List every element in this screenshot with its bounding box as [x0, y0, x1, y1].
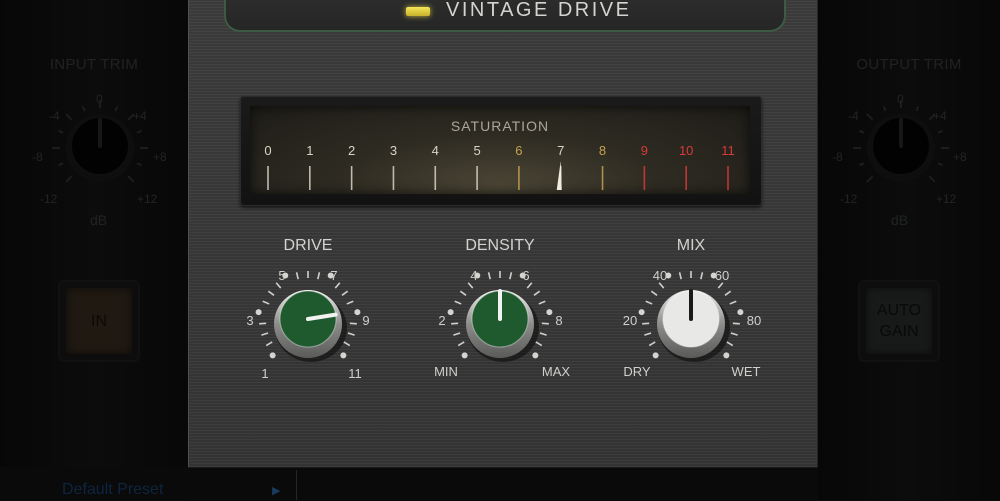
mix-title: MIX: [676, 237, 706, 254]
knob-tick: [467, 282, 474, 289]
drive-title: DRIVE: [283, 237, 333, 254]
mix-label-dry: DRY: [623, 364, 651, 379]
knob-tick: [454, 300, 462, 305]
meter-tick-label: 10: [679, 143, 693, 158]
meter-tick-label: 7: [557, 143, 564, 158]
meter-needle: [556, 161, 562, 190]
title-plate: VINTAGE DRIVE: [224, 0, 786, 32]
drive-label-5: 5: [278, 268, 286, 283]
power-led-icon: [406, 7, 430, 16]
knob-tick: [729, 300, 737, 305]
knob-tick: [459, 290, 467, 296]
knob-tick: [658, 282, 665, 289]
knob-dot: [532, 352, 539, 359]
saturation-meter: SATURATION 0 1 2 3 4 5 6 7 8 9 10 11: [240, 96, 762, 206]
density-label-max: MAX: [541, 364, 571, 379]
knob-tick: [262, 300, 270, 305]
knob-dot: [652, 352, 659, 359]
knob-tick: [275, 282, 282, 289]
knob-dot: [269, 352, 276, 359]
plugin-title: VINTAGE DRIVE: [446, 0, 632, 21]
knob-tick: [347, 332, 355, 336]
knob-tick: [539, 332, 547, 336]
density-label-6: 6: [522, 268, 530, 283]
knob-tick: [267, 290, 275, 296]
knob-tick: [538, 300, 546, 305]
knob-dot: [723, 352, 730, 359]
knob-dot: [340, 352, 347, 359]
bottom-divider: [296, 470, 297, 500]
knob-tick: [650, 290, 658, 296]
meter-tick-label: 11: [721, 143, 735, 158]
knob-tick: [717, 282, 724, 289]
knob-tick: [648, 341, 656, 347]
meter-face: SATURATION 0 1 2 3 4 5 6 7 8 9 10 11: [250, 106, 750, 194]
drive-label-1: 1: [261, 366, 269, 381]
knob-tick: [726, 341, 734, 347]
input-side-panel: INPUT TRIM 0 -4 +4 -8 +8 -12 +12 dB IN: [0, 0, 188, 500]
drive-label-11: 11: [348, 366, 362, 381]
preset-next-icon[interactable]: ▶: [272, 484, 280, 497]
meter-tick-label: 8: [599, 143, 606, 158]
mix-label-wet: WET: [731, 364, 761, 379]
knob-tick: [261, 332, 269, 336]
knob-tick: [265, 341, 273, 347]
knob-tick: [535, 341, 543, 347]
knob-tick: [645, 300, 653, 305]
knob-tick: [343, 341, 351, 347]
knob-tick: [453, 332, 461, 336]
meter-tick-label: 6: [515, 143, 522, 158]
meter-tick-label: 3: [390, 143, 397, 158]
meter-tick-label: 1: [306, 143, 313, 158]
meter-tick-label: 2: [348, 143, 355, 158]
meter-tick-label: 5: [473, 143, 480, 158]
knob-tick: [457, 341, 465, 347]
meter-tick-label: 9: [641, 143, 648, 158]
mix-label-80: 80: [746, 313, 762, 328]
mix-label-20: 20: [622, 313, 638, 328]
preset-name[interactable]: Default Preset: [62, 481, 163, 499]
density-title: DENSITY: [465, 237, 535, 254]
knob-dot: [461, 352, 468, 359]
knob-tick: [341, 290, 349, 296]
knob-tick: [730, 332, 738, 336]
knob-tick: [334, 282, 341, 289]
knob-tick: [533, 290, 541, 296]
knob-tick: [526, 282, 533, 289]
density-label-4: 4: [470, 268, 478, 283]
mix-label-40: 40: [652, 268, 668, 283]
density-label-2: 2: [438, 313, 446, 328]
mix-label-60: 60: [714, 268, 730, 283]
output-side-panel: OUTPUT TRIM 0 -4 +4 -8 +8 -12 +12 dB AUT…: [818, 0, 1000, 500]
meter-tick-label: 0: [264, 143, 271, 158]
knob-tick: [644, 332, 652, 336]
drive-label-7: 7: [330, 268, 338, 283]
bottom-bar: [188, 467, 818, 501]
main-panel: VINTAGE DRIVE SATURATION 0 1 2 3 4 5 6 7 8 9 10 11 …: [188, 0, 818, 467]
density-label-min: MIN: [434, 364, 458, 379]
knob-tick: [346, 300, 354, 305]
density-label-8: 8: [555, 313, 563, 328]
meter-tick-label: 4: [432, 143, 439, 158]
drive-label-9: 9: [362, 313, 370, 328]
knob-tick: [724, 290, 732, 296]
meter-scale: 0 1 2 3 4 5 6 7 8 9 10 11: [264, 143, 735, 190]
drive-label-3: 3: [246, 313, 254, 328]
